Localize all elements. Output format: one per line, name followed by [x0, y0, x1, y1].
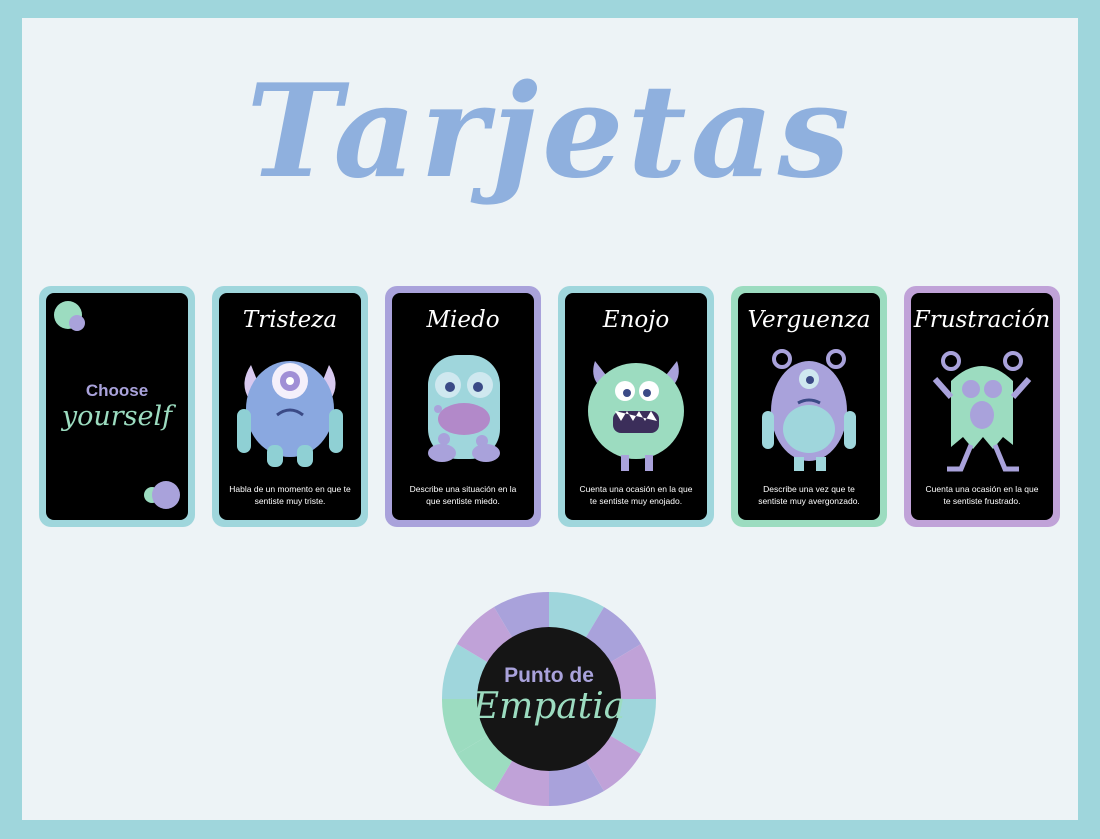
emotion-card-verguenza[interactable]: Verguenza Describe una vez que te sentis… [731, 286, 887, 527]
card-prompt: Describe una situación en la que sentist… [409, 484, 517, 507]
card-title: Tristeza [242, 307, 338, 333]
emotion-card-miedo[interactable]: Miedo Describe una situación en la que s… [385, 286, 541, 527]
card-prompt: Cuenta una ocasión en la que te sentiste… [579, 484, 693, 507]
scared-monster-icon [428, 355, 500, 462]
cover-line-1: Choose [85, 381, 149, 400]
cover-line-2: yourself [61, 401, 173, 432]
card-title: Miedo [426, 307, 500, 333]
angry-monster-icon [588, 361, 684, 471]
frustrated-monster-icon [932, 351, 1032, 472]
corner-dots-icon [144, 481, 180, 509]
emotion-card-enojo[interactable]: Enojo Cuenta una ocasión en la que te se… [558, 286, 714, 527]
logo-line-1: Punto de [504, 664, 594, 687]
cover-card-face: Choose yourself [46, 293, 188, 520]
corner-dots-icon [54, 301, 85, 331]
cover-card[interactable]: Choose yourself [39, 286, 195, 527]
card-prompt: Describe una vez que te sentiste muy ave… [758, 484, 860, 507]
card-title: Enojo [602, 307, 670, 333]
emotion-card-tristeza[interactable]: Tristeza Habla de un momento en que te s… [212, 286, 368, 527]
ashamed-monster-icon [762, 349, 856, 471]
sad-monster-icon [237, 361, 343, 467]
emotion-card-frustracion[interactable]: Frustración Cuenta una ocasión en la que… [904, 286, 1060, 527]
card-face: Miedo Describe una situación en la que s… [392, 293, 534, 520]
card-face: Tristeza Habla de un momento en que te s… [219, 293, 361, 520]
card-prompt: Cuenta una ocasión en la que te sentiste… [925, 484, 1039, 507]
card-face: Frustración Cuenta una ocasión en la que… [911, 293, 1053, 520]
card-prompt: Habla de un momento en que te sentiste m… [229, 484, 351, 507]
page-title: Tarjetas [246, 57, 854, 207]
card-title: Verguenza [747, 307, 871, 333]
card-face: Verguenza Describe una vez que te sentis… [738, 293, 880, 520]
logo-line-2: Empatia [472, 686, 626, 727]
card-title: Frustración [913, 307, 1051, 333]
card-face: Enojo Cuenta una ocasión en la que te se… [565, 293, 707, 520]
